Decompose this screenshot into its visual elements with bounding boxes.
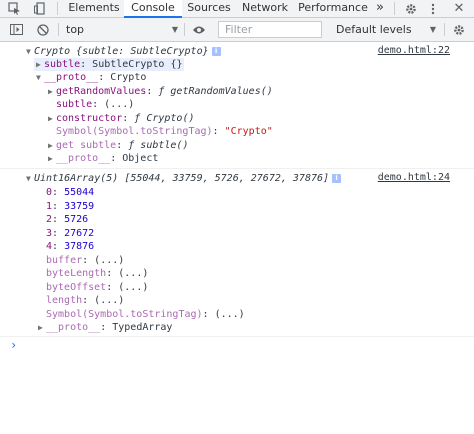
expand-triangle-icon[interactable]: ▶: [38, 321, 46, 334]
message-divider: [0, 336, 474, 337]
property-row[interactable]: Symbol(Symbol.toStringTag): "Crypto": [56, 125, 273, 138]
message-divider: [0, 168, 474, 169]
toolbar-separator: [184, 23, 185, 36]
expand-triangle-icon[interactable]: ▶: [48, 112, 56, 125]
source-link[interactable]: demo.html:24: [378, 172, 450, 183]
tab-performance[interactable]: Performance: [294, 0, 372, 17]
object-name: Uint16Array(5): [34, 173, 119, 184]
tab-separator: [394, 2, 395, 15]
device-toolbar-icon[interactable]: [33, 0, 47, 17]
array-item[interactable]: 4: 37876: [46, 240, 94, 253]
chevron-down-icon: ▼: [429, 25, 436, 34]
property-row[interactable]: length: (...): [46, 294, 124, 307]
tab-separator: [57, 2, 58, 15]
property-row[interactable]: ▶ __proto__: Object: [48, 152, 158, 165]
sidebar-toggle-icon[interactable]: [10, 18, 23, 41]
property-row[interactable]: ▼ __proto__: Crypto: [36, 71, 146, 84]
customize-menu-icon[interactable]: [428, 0, 438, 17]
console-toolbar: top ▼ Filter Default levels ▼: [0, 18, 474, 42]
clear-console-icon[interactable]: [37, 18, 49, 41]
object-preview: {subtle: SubtleCrypto}: [76, 46, 209, 57]
property-row[interactable]: buffer: (...): [46, 254, 124, 267]
source-link[interactable]: demo.html:22: [378, 45, 450, 56]
property-row[interactable]: byteLength: (...): [46, 267, 148, 280]
object-name: Crypto: [34, 46, 71, 57]
close-icon[interactable]: ✕: [452, 0, 466, 17]
toolbar-separator: [58, 23, 59, 36]
expand-triangle-icon[interactable]: ▼: [36, 71, 44, 84]
console-settings-icon[interactable]: [453, 18, 465, 41]
context-selector[interactable]: top ▼: [66, 18, 178, 41]
tab-sources[interactable]: Sources: [182, 0, 236, 17]
context-selector-label: top: [66, 23, 85, 36]
expand-triangle-icon[interactable]: ▶: [48, 152, 56, 165]
property-row[interactable]: ▶ get subtle: ƒ subtle(): [48, 139, 188, 152]
inspect-element-icon[interactable]: [6, 0, 22, 17]
object-preview: [55044, 33759, 5726, 27672, 37876]: [124, 173, 330, 184]
settings-gear-icon[interactable]: [403, 0, 419, 17]
array-item[interactable]: 1: 33759: [46, 200, 94, 213]
property-row[interactable]: ▶ constructor: ƒ Crypto(): [48, 112, 195, 125]
more-tabs-button[interactable]: »: [372, 0, 388, 17]
expand-triangle-icon[interactable]: ▶: [48, 139, 56, 152]
info-icon: i: [211, 46, 221, 56]
tab-network[interactable]: Network: [236, 0, 294, 17]
log-levels-dropdown[interactable]: Default levels ▼: [336, 18, 436, 41]
log-entry-header[interactable]: ▼ Uint16Array(5) [55044, 33759, 5726, 276…: [26, 172, 342, 185]
property-row[interactable]: ▶ getRandomValues: ƒ getRandomValues(): [48, 85, 273, 98]
property-row[interactable]: ▶ __proto__: TypedArray: [38, 321, 172, 334]
property-row[interactable]: byteOffset: (...): [46, 281, 148, 294]
log-levels-label: Default levels: [336, 23, 412, 36]
tab-elements[interactable]: Elements: [64, 0, 124, 17]
expand-triangle-icon[interactable]: ▶: [48, 85, 56, 98]
log-entry-header[interactable]: ▼ Crypto {subtle: SubtleCrypto} i: [26, 45, 221, 58]
console-prompt-icon[interactable]: ›: [10, 338, 17, 352]
property-row[interactable]: ▶ subtle: SubtleCrypto {}: [34, 58, 185, 71]
array-item[interactable]: 2: 5726: [46, 213, 88, 226]
tab-console[interactable]: Console: [124, 0, 182, 18]
property-row[interactable]: subtle: (...): [56, 98, 134, 111]
expand-triangle-icon[interactable]: ▶: [36, 58, 44, 71]
chevron-down-icon: ▼: [171, 25, 178, 34]
info-icon: i: [332, 173, 342, 183]
array-item[interactable]: 0: 55044: [46, 186, 94, 199]
devtools-tabbar: Elements Console Sources Network Perform…: [0, 0, 474, 18]
expand-triangle-icon[interactable]: ▼: [26, 45, 34, 58]
eye-live-expression-icon[interactable]: [192, 18, 206, 41]
expand-triangle-icon[interactable]: ▼: [26, 172, 34, 185]
property-row[interactable]: Symbol(Symbol.toStringTag): (...): [46, 308, 245, 321]
array-item[interactable]: 3: 27672: [46, 227, 94, 240]
filter-input[interactable]: Filter: [218, 21, 322, 38]
toolbar-separator: [444, 23, 445, 36]
